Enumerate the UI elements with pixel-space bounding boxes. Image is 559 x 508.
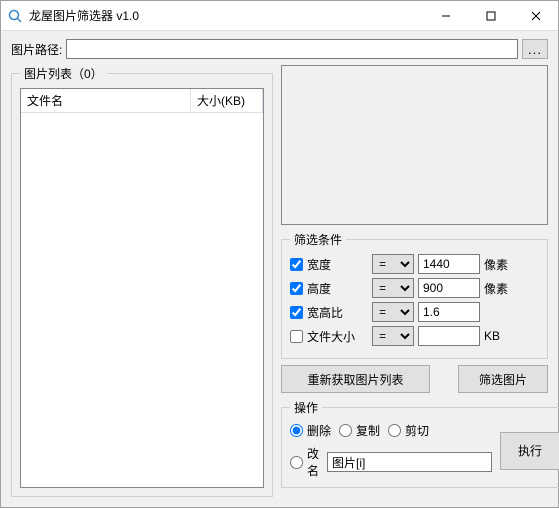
right-column: 筛选条件 宽度 = 像素 bbox=[281, 65, 548, 497]
operations-group: 操作 删除 复制 bbox=[281, 399, 559, 488]
operations-body: 删除 复制 剪切 bbox=[290, 422, 559, 479]
operations-legend: 操作 bbox=[290, 399, 322, 416]
operations-row-1: 删除 复制 剪切 bbox=[290, 422, 492, 439]
width-op-select[interactable]: = bbox=[372, 254, 414, 274]
close-button[interactable] bbox=[513, 1, 558, 30]
width-unit: 像素 bbox=[484, 256, 514, 273]
height-check-label[interactable]: 高度 bbox=[290, 280, 368, 297]
filter-row-height: 高度 = 像素 bbox=[290, 278, 539, 298]
filter-row-filesize: 文件大小 = KB bbox=[290, 326, 539, 346]
filesize-unit: KB bbox=[484, 329, 514, 343]
execute-button[interactable]: 执行 bbox=[500, 432, 559, 470]
rename-template-input[interactable] bbox=[327, 452, 492, 472]
cut-radio-label[interactable]: 剪切 bbox=[388, 422, 429, 439]
filter-group: 筛选条件 宽度 = 像素 bbox=[281, 231, 548, 359]
rename-label: 改名 bbox=[307, 445, 319, 479]
image-listview[interactable]: 文件名 大小(KB) bbox=[20, 88, 264, 488]
aspect-check-label[interactable]: 宽高比 bbox=[290, 304, 368, 321]
list-header: 文件名 大小(KB) bbox=[21, 89, 263, 113]
delete-label: 删除 bbox=[307, 422, 331, 439]
preview-panel bbox=[281, 65, 548, 225]
aspect-value-input[interactable] bbox=[418, 302, 480, 322]
column-header-size[interactable]: 大小(KB) bbox=[191, 89, 263, 112]
width-value-input[interactable] bbox=[418, 254, 480, 274]
delete-radio-label[interactable]: 删除 bbox=[290, 422, 331, 439]
height-op-select[interactable]: = bbox=[372, 278, 414, 298]
path-label: 图片路径: bbox=[11, 41, 62, 58]
app-window: 龙屋图片筛选器 v1.0 图片路径: ... 图片列表（0） bbox=[0, 0, 559, 508]
window-controls bbox=[423, 1, 558, 30]
action-buttons-row: 重新获取图片列表 筛选图片 bbox=[281, 365, 548, 393]
main-row: 图片列表（0） 文件名 大小(KB) 筛选条件 bbox=[11, 65, 548, 497]
filesize-op-select[interactable]: = bbox=[372, 326, 414, 346]
filter-row-width: 宽度 = 像素 bbox=[290, 254, 539, 274]
filesize-check-label[interactable]: 文件大小 bbox=[290, 328, 368, 345]
height-label: 高度 bbox=[307, 280, 331, 297]
filter-row-aspect: 宽高比 = bbox=[290, 302, 539, 322]
delete-radio[interactable] bbox=[290, 424, 303, 437]
browse-button[interactable]: ... bbox=[522, 39, 548, 59]
height-value-input[interactable] bbox=[418, 278, 480, 298]
path-input[interactable] bbox=[66, 39, 518, 59]
aspect-checkbox[interactable] bbox=[290, 306, 303, 319]
rename-radio-label[interactable]: 改名 bbox=[290, 445, 319, 479]
cut-label: 剪切 bbox=[405, 422, 429, 439]
height-checkbox[interactable] bbox=[290, 282, 303, 295]
rename-radio[interactable] bbox=[290, 456, 303, 469]
minimize-button[interactable] bbox=[423, 1, 468, 30]
image-list-group: 图片列表（0） 文件名 大小(KB) bbox=[11, 65, 273, 497]
filesize-label: 文件大小 bbox=[307, 328, 355, 345]
aspect-label: 宽高比 bbox=[307, 304, 343, 321]
filesize-checkbox[interactable] bbox=[290, 330, 303, 343]
aspect-op-select[interactable]: = bbox=[372, 302, 414, 322]
refresh-list-button[interactable]: 重新获取图片列表 bbox=[281, 365, 430, 393]
width-label: 宽度 bbox=[307, 256, 331, 273]
column-header-name[interactable]: 文件名 bbox=[21, 89, 191, 112]
width-check-label[interactable]: 宽度 bbox=[290, 256, 368, 273]
height-unit: 像素 bbox=[484, 280, 514, 297]
path-row: 图片路径: ... bbox=[11, 39, 548, 59]
maximize-button[interactable] bbox=[468, 1, 513, 30]
copy-radio-label[interactable]: 复制 bbox=[339, 422, 380, 439]
window-title: 龙屋图片筛选器 v1.0 bbox=[29, 7, 423, 24]
left-column: 图片列表（0） 文件名 大小(KB) bbox=[11, 65, 273, 497]
copy-radio[interactable] bbox=[339, 424, 352, 437]
operations-row-2: 改名 bbox=[290, 445, 492, 479]
operations-left: 删除 复制 剪切 bbox=[290, 422, 492, 479]
titlebar: 龙屋图片筛选器 v1.0 bbox=[1, 1, 558, 31]
width-checkbox[interactable] bbox=[290, 258, 303, 271]
filter-legend: 筛选条件 bbox=[290, 231, 346, 248]
app-icon bbox=[7, 8, 23, 24]
filesize-value-input[interactable] bbox=[418, 326, 480, 346]
image-list-legend: 图片列表（0） bbox=[20, 65, 107, 82]
filter-button[interactable]: 筛选图片 bbox=[458, 365, 548, 393]
cut-radio[interactable] bbox=[388, 424, 401, 437]
client-area: 图片路径: ... 图片列表（0） 文件名 大小(KB) bbox=[1, 31, 558, 507]
copy-label: 复制 bbox=[356, 422, 380, 439]
